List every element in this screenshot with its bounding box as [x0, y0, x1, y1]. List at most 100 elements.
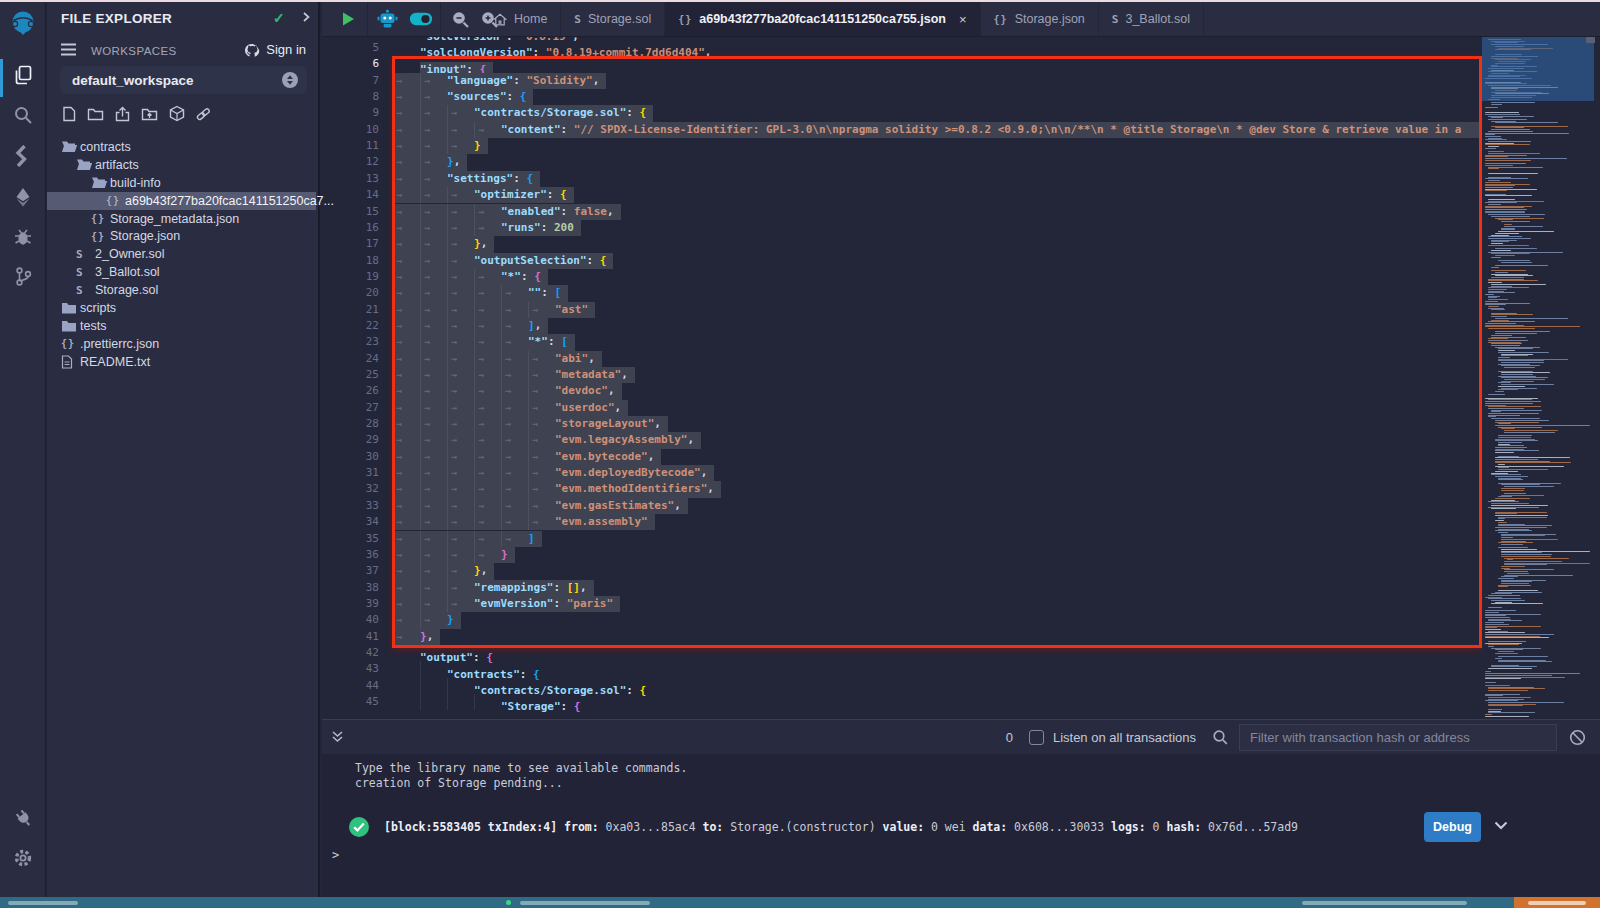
upload-folder-icon[interactable]	[141, 105, 158, 122]
tab-3-ballot-sol[interactable]: S3_Ballot.sol	[1099, 2, 1204, 36]
sign-in-label: Sign in	[266, 42, 306, 57]
listen-transactions-checkbox[interactable]	[1029, 730, 1044, 745]
line-number: 27	[322, 400, 379, 416]
editor-scrollbar-thumb[interactable]	[1586, 37, 1595, 43]
line-number: 33	[322, 498, 379, 514]
code-line-22: →→→→→],	[393, 318, 1600, 334]
editor-scrollbar[interactable]	[1594, 37, 1600, 719]
line-number: 6	[322, 56, 379, 72]
file-explorer-icon[interactable]	[0, 64, 46, 86]
tree-item-artifacts[interactable]: artifacts	[47, 156, 316, 174]
tree-item-a69b43f277ba20fcac141151250ca7-[interactable]: {}a69b43f277ba20fcac141151250ca7...	[47, 192, 316, 210]
tree-item-label: build-info	[110, 176, 161, 190]
transaction-filter-input[interactable]: Filter with transaction hash or address	[1239, 724, 1557, 751]
tab-storage-sol[interactable]: SStorage.sol	[561, 2, 665, 36]
file-explorer-panel: FILE EXPLORER ✓ WORKSPACES Sign in defau…	[47, 2, 320, 897]
terminal-prompt[interactable]: >	[332, 848, 339, 862]
tree-item-tests[interactable]: tests	[47, 317, 316, 335]
new-folder-icon[interactable]	[87, 105, 104, 122]
minimap[interactable]	[1482, 37, 1594, 719]
code-line-31: →→→→→→"evm.deployedBytecode",	[393, 465, 1600, 481]
line-number: 41	[322, 629, 379, 645]
transaction-expand-icon[interactable]	[1494, 821, 1508, 830]
ai-assistant-icon[interactable]	[375, 7, 399, 31]
scam-alert-badge[interactable]	[1514, 897, 1600, 908]
tab-bar: HomeSStorage.sol{}a69b43f277ba20fcac1411…	[322, 2, 1600, 37]
code-line-19: →→→→"*": {	[393, 269, 1600, 285]
remix-logo-icon[interactable]	[0, 8, 46, 40]
settings-gear-icon[interactable]	[0, 848, 46, 868]
panel-check-icon: ✓	[273, 10, 285, 26]
terminal-pending-line: creation of Storage pending...	[355, 776, 563, 790]
code-line-23: →→→→→"*": [	[393, 334, 1600, 350]
line-number: 23	[322, 334, 379, 350]
code-line-28: →→→→→→"storageLayout",	[393, 416, 1600, 432]
code-line-36: →→→→}	[393, 547, 1600, 563]
tree-item-storage-sol[interactable]: SStorage.sol	[47, 281, 316, 299]
code-editor[interactable]: 4567891011121314151617181920212223242526…	[322, 37, 1600, 719]
panel-expand-icon[interactable]	[299, 10, 313, 24]
braces-icon: {}	[61, 338, 80, 349]
clear-console-icon[interactable]	[1569, 729, 1586, 746]
sol-icon: S	[1112, 12, 1119, 26]
line-number: 24	[322, 351, 379, 367]
line-number: 30	[322, 449, 379, 465]
run-script-button[interactable]	[336, 7, 360, 31]
sol-icon: S	[76, 248, 95, 261]
tree-item-readme-txt[interactable]: README.txt	[47, 353, 316, 371]
minimap-selection	[1482, 37, 1594, 101]
transaction-log-row[interactable]: [block:5583405 txIndex:4] from: 0xa03...…	[322, 807, 1600, 847]
tree-item-storage-json[interactable]: {}Storage.json	[47, 227, 316, 245]
tree-item-storage-metadata-json[interactable]: {}Storage_metadata.json	[47, 210, 316, 228]
sign-in-button[interactable]: Sign in	[243, 42, 306, 57]
folder-icon	[61, 302, 80, 314]
workspaces-menu-icon[interactable]	[60, 43, 77, 56]
git-icon[interactable]	[0, 266, 46, 287]
tree-item-contracts[interactable]: contracts	[47, 138, 316, 156]
code-line-8: →→"sources": {	[393, 89, 1600, 105]
braces-icon: {}	[106, 195, 125, 206]
ai-copilot-toggle[interactable]	[409, 7, 433, 31]
code-line-9: →→→"contracts/Storage.sol": {	[393, 105, 1600, 121]
tab-home[interactable]: Home	[480, 2, 561, 36]
tab-storage-json[interactable]: {}Storage.json	[981, 2, 1099, 36]
status-mid-text	[520, 901, 650, 905]
terminal-collapse-icon[interactable]	[330, 730, 345, 744]
workspace-dropdown[interactable]: default_workspace	[60, 66, 307, 94]
tree-item-build-info[interactable]: build-info	[47, 174, 316, 192]
line-number: 37	[322, 563, 379, 579]
code-line-39: →→→"evmVersion": "paris"	[393, 596, 1600, 612]
debugger-icon[interactable]	[0, 227, 46, 247]
line-number: 5	[322, 40, 379, 56]
tab-a69b43f277ba20fcac141151250ca755-json[interactable]: {}a69b43f277ba20fcac141151250ca755.json×	[665, 2, 980, 36]
new-file-icon[interactable]	[60, 105, 77, 122]
file-tree: contractsartifacts build-info {}a69b43f277…	[47, 138, 316, 371]
code-line-30: →→→→→→"evm.bytecode",	[393, 449, 1600, 465]
line-number: 40	[322, 612, 379, 628]
link-icon[interactable]	[195, 105, 212, 122]
line-number: 32	[322, 481, 379, 497]
line-number: 42	[322, 645, 379, 661]
status-dot	[506, 900, 511, 905]
workspaces-label: WORKSPACES	[91, 45, 177, 57]
search-icon[interactable]	[0, 105, 46, 125]
file-icon	[61, 355, 80, 369]
zoom-out-icon[interactable]	[448, 7, 472, 31]
tree-item-scripts[interactable]: scripts	[47, 299, 316, 317]
tree-item-2-owner-sol[interactable]: S2_Owner.sol	[47, 245, 316, 263]
debug-button[interactable]: Debug	[1424, 812, 1481, 842]
tree-item-3-ballot-sol[interactable]: S3_Ballot.sol	[47, 263, 316, 281]
tab-label: Storage.sol	[588, 12, 651, 26]
tree-item-label: Storage.sol	[95, 283, 158, 297]
tree-item--prettierrc-json[interactable]: {}.prettierrc.json	[47, 335, 316, 353]
code-line-20: →→→→→"": [	[393, 285, 1600, 301]
publish-ipfs-icon[interactable]	[168, 105, 185, 122]
plugin-manager-icon[interactable]	[0, 808, 46, 829]
deploy-run-icon[interactable]	[0, 187, 46, 207]
folder-icon	[61, 320, 80, 332]
solidity-compiler-icon[interactable]	[0, 145, 46, 167]
home-icon	[493, 13, 507, 26]
upload-file-icon[interactable]	[114, 105, 131, 122]
tab-close-icon[interactable]: ×	[959, 12, 967, 27]
code-line-43: "contracts": {	[393, 661, 1600, 677]
